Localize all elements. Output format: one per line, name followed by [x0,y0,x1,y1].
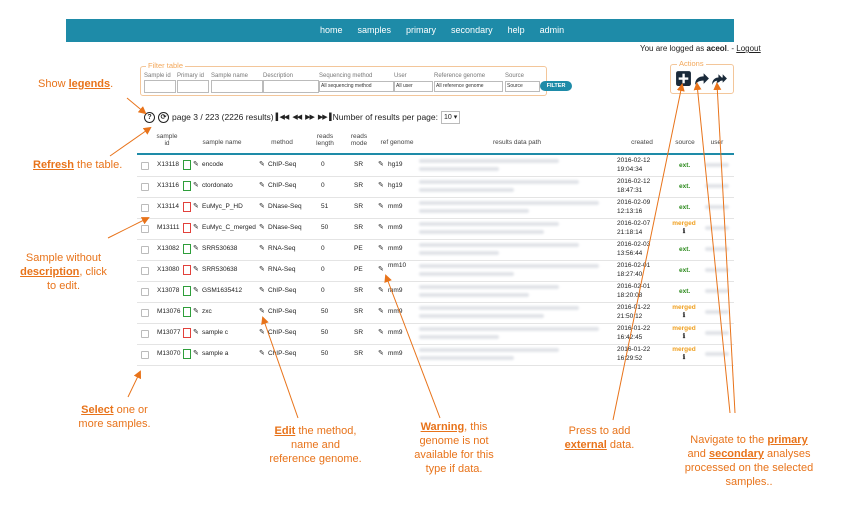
ann-nav-key2: secondary [708,448,764,460]
ann-nodesc-post: , click [79,266,107,278]
ann-nav-l2pre: and [687,448,709,460]
ann-select-l2: more samples. [78,418,151,430]
annotation-navigate: Navigate to the primary and secondary an… [658,433,840,489]
ann-nav-l2post: analyses [763,448,811,460]
ann-refresh-post: the table. [73,159,123,171]
ann-legends-pre: Show [38,78,69,90]
ann-edit-l2: name and [291,439,340,451]
ann-warning-l4: type if data. [425,463,483,475]
annotation-edit: Edit the method, name and reference geno… [253,424,378,466]
ann-refresh-key: Refresh [33,159,74,171]
ann-nodesc-l1: Sample without [25,252,102,264]
ann-edit-post: the method, [295,425,357,437]
ann-warning-l2: genome is not [419,435,489,447]
ann-external-post: data. [606,439,635,451]
annotation-warning: Warning, this genome is not available fo… [398,420,510,476]
ann-warning-l3: available for this [414,449,494,461]
annotation-refresh: Refresh the table. [33,158,122,172]
annotation-select: Select one or more samples. [62,403,167,431]
annotation-no-description: Sample without description, click to edi… [6,251,121,293]
ann-nodesc-key: description [20,266,80,278]
ann-nav-key1: primary [767,434,808,446]
annotation-external: Press to add external data. [552,424,647,452]
ann-legends-key: legends [68,78,111,90]
ann-external-key: external [564,439,607,451]
ann-nodesc-l3: to edit. [46,280,81,292]
ann-warning-key: Warning [420,421,465,433]
ann-edit-key: Edit [274,425,296,437]
ann-external-l1: Press to add [568,425,631,437]
annotation-legends: Show legends. [38,77,113,91]
ann-edit-l3: reference genome. [269,453,362,465]
ann-select-post: one or [113,404,148,416]
ann-nav-l4: samples.. [725,476,773,488]
ann-select-key: Select [81,404,114,416]
ann-nav-l3: processed on the selected [684,462,814,474]
ann-legends-post: . [110,78,114,90]
ann-warning-post: , this [464,421,488,433]
ann-nav-pre: Navigate to the [690,434,768,446]
